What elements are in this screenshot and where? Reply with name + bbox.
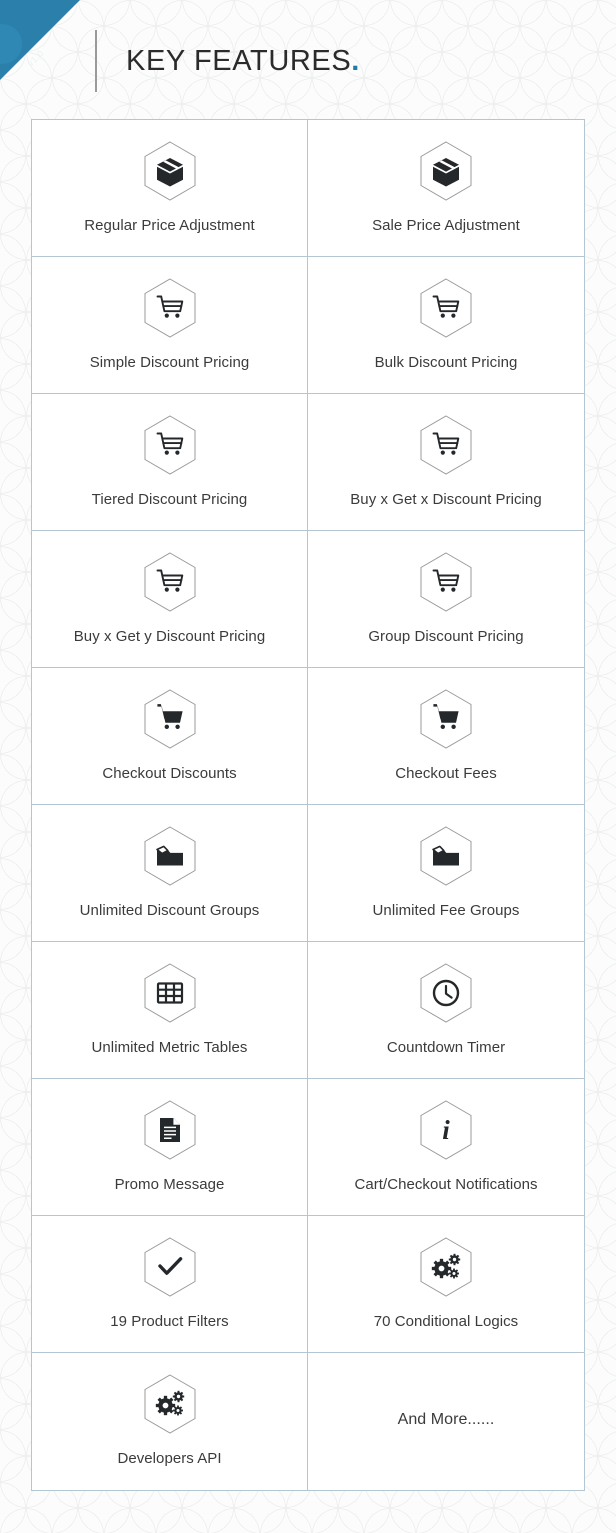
cart-outline-icon — [140, 275, 200, 341]
table-grid-icon — [140, 960, 200, 1026]
gears-icon — [140, 1371, 200, 1437]
feature-label: 70 Conditional Logics — [374, 1312, 518, 1331]
feature-label: Unlimited Discount Groups — [80, 901, 260, 920]
feature-cell[interactable]: Group Discount Pricing — [308, 531, 584, 668]
feature-cell[interactable]: And More...... — [308, 1353, 584, 1490]
feature-label: Cart/Checkout Notifications — [354, 1175, 537, 1194]
feature-label: Checkout Discounts — [102, 764, 236, 783]
feature-label: Unlimited Fee Groups — [373, 901, 520, 920]
cart-filled-icon — [416, 686, 476, 752]
feature-label: Checkout Fees — [395, 764, 497, 783]
feature-cell[interactable]: Buy x Get y Discount Pricing — [32, 531, 308, 668]
title-accent-dot: . — [351, 45, 360, 77]
feature-label: Bulk Discount Pricing — [375, 353, 518, 372]
feature-label: Unlimited Metric Tables — [92, 1038, 248, 1057]
clock-icon — [416, 960, 476, 1026]
feature-cell[interactable]: Developers API — [32, 1353, 308, 1490]
info-icon: i — [416, 1097, 476, 1163]
page-title-text: KEY FEATURES — [126, 45, 351, 77]
feature-cell[interactable]: Buy x Get x Discount Pricing — [308, 394, 584, 531]
feature-cell[interactable]: Checkout Discounts — [32, 668, 308, 805]
feature-cell[interactable]: Countdown Timer — [308, 942, 584, 1079]
feature-cell[interactable]: 19 Product Filters — [32, 1216, 308, 1353]
feature-cell[interactable]: Promo Message — [32, 1079, 308, 1216]
briefcase-icon — [416, 823, 476, 889]
feature-label: Sale Price Adjustment — [372, 216, 520, 235]
feature-label: Promo Message — [115, 1175, 225, 1194]
feature-label: Buy x Get y Discount Pricing — [74, 627, 265, 646]
page-title: KEY FEATURES. — [126, 41, 360, 81]
feature-cell[interactable]: Unlimited Fee Groups — [308, 805, 584, 942]
cart-outline-icon — [416, 412, 476, 478]
feature-cell[interactable]: Regular Price Adjustment — [32, 120, 308, 257]
feature-cell[interactable]: Tiered Discount Pricing — [32, 394, 308, 531]
feature-cell[interactable]: Checkout Fees — [308, 668, 584, 805]
feature-cell[interactable]: Sale Price Adjustment — [308, 120, 584, 257]
feature-label: Tiered Discount Pricing — [92, 490, 248, 509]
key-features-grid: Regular Price Adjustment Sale Price Adjus… — [31, 119, 585, 1491]
svg-text:i: i — [442, 1115, 450, 1145]
cart-outline-icon — [140, 549, 200, 615]
feature-cell[interactable]: Bulk Discount Pricing — [308, 257, 584, 394]
feature-label: Group Discount Pricing — [368, 627, 523, 646]
cart-outline-icon — [416, 275, 476, 341]
cart-outline-icon — [416, 549, 476, 615]
version-corner-ribbon: v1.0 — [0, 0, 112, 112]
feature-label: Regular Price Adjustment — [84, 216, 254, 235]
document-icon — [140, 1097, 200, 1163]
feature-cell[interactable]: i Cart/Checkout Notifications — [308, 1079, 584, 1216]
check-icon — [140, 1234, 200, 1300]
cart-outline-icon — [140, 412, 200, 478]
feature-cell[interactable]: 70 Conditional Logics — [308, 1216, 584, 1353]
feature-label: Countdown Timer — [387, 1038, 505, 1057]
feature-label: Developers API — [117, 1449, 221, 1468]
box-icon — [416, 138, 476, 204]
feature-cell[interactable]: Unlimited Metric Tables — [32, 942, 308, 1079]
briefcase-icon — [140, 823, 200, 889]
box-icon — [140, 138, 200, 204]
feature-cell[interactable]: Simple Discount Pricing — [32, 257, 308, 394]
feature-label: Simple Discount Pricing — [90, 353, 250, 372]
gears-icon — [416, 1234, 476, 1300]
feature-label: Buy x Get x Discount Pricing — [350, 490, 541, 509]
feature-label: And More...... — [398, 1410, 495, 1429]
feature-cell[interactable]: Unlimited Discount Groups — [32, 805, 308, 942]
cart-filled-icon — [140, 686, 200, 752]
feature-label: 19 Product Filters — [110, 1312, 228, 1331]
